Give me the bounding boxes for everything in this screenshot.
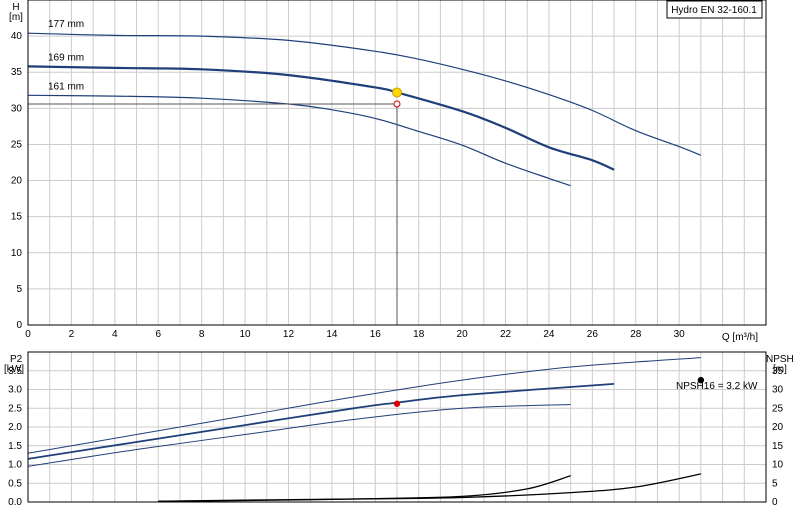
p2-tick-label: 3.0: [8, 385, 22, 396]
p2-curve-P2-177-mm: [27, 357, 701, 454]
npsh-tick-label: 15: [772, 441, 784, 452]
npsh-tick-label: 0: [772, 497, 778, 508]
x-tick-label: 16: [370, 329, 382, 340]
h-tick-label: 0: [16, 320, 22, 331]
x-tick-label: 10: [239, 329, 251, 340]
model-label: Hydro EN 32-160.1: [671, 5, 757, 16]
p2-curve-P2-161-mm: [27, 404, 571, 467]
power-operating-point-marker: [393, 400, 401, 407]
p2-tick-label: 2.5: [8, 403, 22, 414]
npsh-tick-label: 20: [772, 422, 784, 433]
npsh-curve-NPSH-169-mm: [158, 475, 571, 502]
h-tick-label: 40: [11, 31, 23, 42]
x-tick-label: 4: [112, 329, 118, 340]
pump-curve-figure: 177 mm 169 mm 161 mm Hydro EN 32-160.1 H […: [0, 0, 800, 520]
npsh-tick-label: 35: [772, 366, 784, 377]
x-axis-label: Q [m³/h]: [722, 332, 758, 343]
h-tick-label: 15: [11, 212, 23, 223]
npsh-tick-label: 25: [772, 403, 784, 414]
h-tick-label: 20: [11, 176, 23, 187]
operating-point-marker: [392, 87, 402, 98]
head-curve-169-mm: [27, 65, 615, 171]
x-tick-label: 24: [543, 329, 555, 340]
duty-point-marker: [393, 100, 401, 108]
p2-curve-P2-169-mm: [27, 383, 615, 460]
head-curve-label: 177 mm: [48, 19, 84, 30]
h-tick-label: 35: [11, 67, 23, 78]
head-curve-label: 161 mm: [48, 81, 84, 92]
npsh-tick-label: 10: [772, 460, 784, 471]
x-tick-label: 6: [155, 329, 161, 340]
p2-tick-label: 1.5: [8, 441, 22, 452]
x-tick-label: 22: [500, 329, 512, 340]
x-tick-label: 26: [587, 329, 599, 340]
npsh-tick-label: 5: [772, 478, 778, 489]
p2-tick-label: 2.0: [8, 422, 22, 433]
bottom-chart-grid: [28, 352, 766, 502]
h-tick-label: 25: [11, 139, 23, 150]
h-tick-label: 5: [16, 284, 22, 295]
p2-tick-label: 1.0: [8, 460, 22, 471]
p2-tick-label: 3.5: [8, 366, 22, 377]
head-curve-label: 169 mm: [48, 52, 84, 63]
head-curve-161-mm: [27, 94, 571, 187]
pump-curve-svg: 177 mm169 mm161 mm Hydro EN 32-160.1 H […: [4, 0, 794, 508]
chart-marks: 177 mm 169 mm 161 mm: [27, 19, 705, 502]
p2-tick-label: 0.5: [8, 478, 22, 489]
x-tick-label: 14: [326, 329, 338, 340]
head-curve-177-mm: [27, 32, 702, 156]
npsh-tick-label: 30: [772, 385, 784, 396]
x-tick-label: 30: [674, 329, 686, 340]
top-y-axis-unit: [m]: [9, 12, 23, 23]
h-tick-label: 30: [11, 103, 23, 114]
x-tick-label: 20: [457, 329, 469, 340]
npsh-annotation: NPSH16 = 3.2 kW: [676, 381, 758, 392]
x-tick-label: 8: [199, 329, 205, 340]
x-tick-label: 28: [630, 329, 642, 340]
x-tick-label: 18: [413, 329, 425, 340]
x-tick-label: 2: [69, 329, 75, 340]
h-tick-label: 10: [11, 248, 23, 259]
x-tick-label: 12: [283, 329, 295, 340]
p2-tick-label: 0.0: [8, 497, 22, 508]
x-tick-label: 0: [25, 329, 31, 340]
